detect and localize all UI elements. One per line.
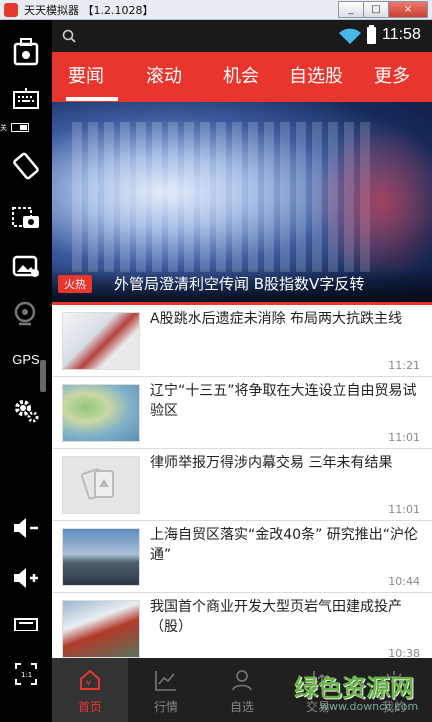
keyboard-toggle[interactable] [11,123,29,132]
gears-icon [15,400,39,423]
news-item[interactable]: 辽宁“十三五”将争取在大连设立自由贸易试验区 11:01 [52,377,432,449]
search-icon[interactable] [62,29,76,43]
fullscreen-button[interactable]: 1:1 [0,656,52,692]
phone-screen: 11:58 要闻 滚动 机会 自选股 更多 火热 外管局澄清利空传闻 B股指数V… [52,20,432,722]
add-image-button[interactable] [0,248,52,284]
menu-button[interactable] [0,612,52,636]
hero-banner[interactable]: 火热 外管局澄清利空传闻 B股指数V字反转 [52,102,432,302]
news-title: 律师举报万得涉内幕交易 三年未有结果 [150,455,393,471]
menu-icon [14,618,38,631]
settings-button[interactable] [0,392,52,428]
apk-install-button[interactable] [0,34,52,70]
watermark-logo: 绿色资源网 [294,674,414,702]
app-logo-icon [4,2,18,17]
news-thumbnail [62,528,140,586]
watermark-url: www.downcc.com [320,700,419,713]
toolbar-collapse-handle[interactable] [40,360,46,392]
android-statusbar: 11:58 [52,20,432,52]
close-button[interactable]: × [388,1,428,18]
keyboard-button[interactable] [0,80,52,116]
volume-up-icon [14,568,38,588]
keyboard-icon [13,88,39,109]
news-title: A股跳水后遗症未消除 布局两大抗跌主线 [150,311,403,327]
news-title: 我国首个商业开发大型页岩气田建成投产（股） [150,599,402,635]
wifi-icon [339,28,361,44]
news-time: 11:01 [388,503,420,516]
tab-opportunity[interactable]: 机会 [223,52,259,102]
news-thumbnail [62,600,140,658]
news-thumbnail-placeholder [62,456,140,514]
news-item[interactable]: 律师举报万得涉内幕交易 三年未有结果 11:01 [52,449,432,521]
screenshot-button[interactable] [0,200,52,236]
keyboard-toggle-label: 关 [0,124,7,132]
tab-headlines[interactable]: 要闻 [68,52,104,102]
emulator-toolbar: 关 GPS 1:1 [0,20,52,722]
category-tabbar: 要闻 滚动 机会 自选股 更多 [52,52,432,102]
battery-icon [367,25,376,44]
nav-label: 首页 [77,700,102,714]
news-item[interactable]: A股跳水后遗症未消除 布局两大抗跌主线 11:21 [52,305,432,377]
nav-home[interactable]: ¥ 首页 [52,658,128,722]
nav-label: 行情 [153,700,178,714]
rotate-screen-icon [13,152,39,180]
news-item[interactable]: 上海自贸区落实“金改40条” 研究推出“沪伦通” 10:44 [52,521,432,593]
news-time: 11:21 [388,359,420,372]
chart-icon [155,671,176,691]
status-time: 11:58 [382,26,421,43]
news-time: 10:44 [388,575,420,588]
svg-text:1:1: 1:1 [21,671,32,679]
minimize-button[interactable]: _ [338,1,364,18]
news-thumbnail [62,384,140,442]
cards-placeholder-icon [80,468,114,500]
person-icon [232,670,252,691]
news-title: 辽宁“十三五”将争取在大连设立自由贸易试验区 [150,383,417,419]
active-tab-indicator [66,97,118,101]
screenshot-icon [12,207,39,228]
image-icon [12,255,39,277]
hero-title[interactable]: 外管局澄清利空传闻 B股指数V字反转 [114,273,364,294]
rotate-button[interactable] [0,148,52,184]
home-icon: ¥ [80,669,100,690]
volume-down-icon [14,518,38,538]
window-title: 天天模拟器 【1.2.1028】 [24,3,154,17]
window-controls: _ □ × [338,1,428,18]
hero-image-glow [312,122,432,282]
emulator-window: 天天模拟器 【1.2.1028】 _ □ × 关 GPS 1:1 11:58 要… [0,0,432,722]
maximize-button[interactable]: □ [363,1,389,18]
tab-watchlist[interactable]: 自选股 [289,52,343,102]
hot-badge: 火热 [58,275,92,293]
nav-quotes[interactable]: 行情 [128,658,204,722]
nav-watchlist[interactable]: 自选 [204,658,280,722]
svg-text:¥: ¥ [86,679,91,688]
news-time: 11:01 [388,431,420,444]
webcam-icon [14,301,36,326]
tab-more[interactable]: 更多 [374,52,410,102]
news-item[interactable]: 我国首个商业开发大型页岩气田建成投产（股） 10:38 [52,593,432,665]
nav-label: 自选 [229,700,254,714]
volume-down-button[interactable] [0,510,52,546]
apk-icon [13,38,39,66]
fullscreen-icon: 1:1 [15,663,37,685]
volume-up-button[interactable] [0,560,52,596]
news-title: 上海自贸区落实“金改40条” 研究推出“沪伦通” [150,527,419,563]
camera-button[interactable] [0,296,52,332]
tab-rolling[interactable]: 滚动 [146,52,182,102]
window-titlebar: 天天模拟器 【1.2.1028】 _ □ × [0,0,432,20]
news-thumbnail [62,312,140,370]
